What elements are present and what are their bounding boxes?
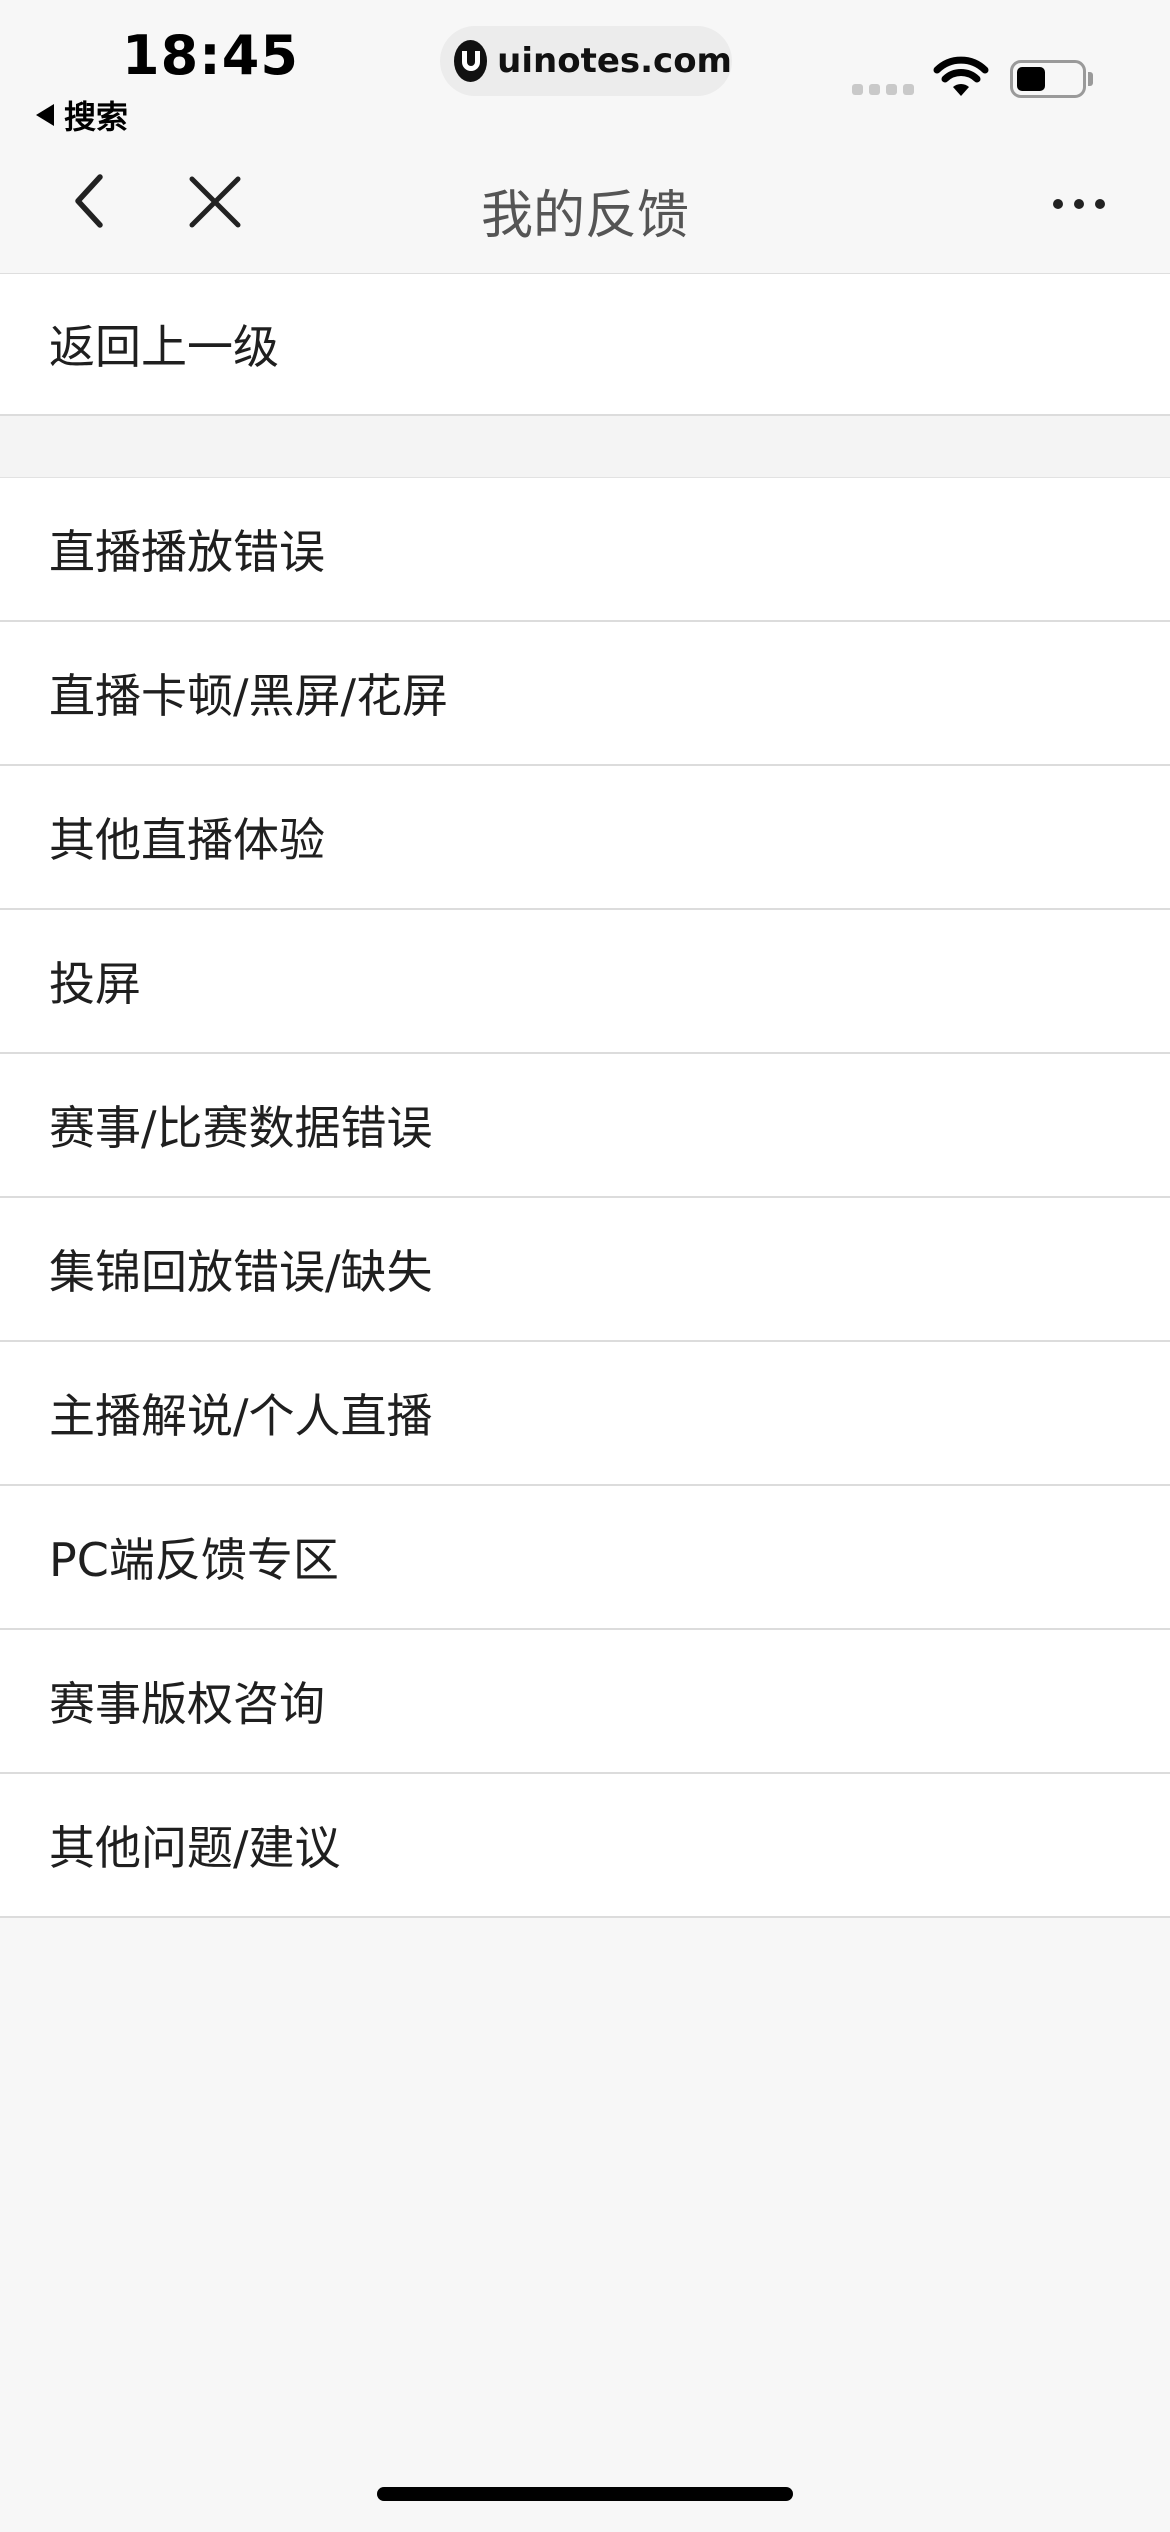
status-bar: 18:45 搜索 uinotes.com	[0, 0, 1170, 138]
site-logo-icon	[454, 40, 488, 82]
list-item[interactable]: 赛事版权咨询	[0, 1630, 1170, 1774]
list-item-label: 其他直播体验	[49, 813, 325, 867]
status-time: 18:45	[122, 24, 299, 87]
url-pill[interactable]: uinotes.com	[440, 26, 732, 96]
list-item-label: 投屏	[49, 957, 141, 1011]
list-item[interactable]: 投屏	[0, 910, 1170, 1054]
battery-icon	[1010, 60, 1086, 98]
list-item-label: 直播卡顿/黑屏/花屏	[49, 669, 448, 723]
list-item[interactable]: 主播解说/个人直播	[0, 1342, 1170, 1486]
section-divider	[0, 416, 1170, 478]
list-item-label: 其他问题/建议	[49, 1821, 341, 1875]
list-item[interactable]: 直播播放错误	[0, 478, 1170, 622]
list-item[interactable]: 集锦回放错误/缺失	[0, 1198, 1170, 1342]
battery-cap	[1088, 72, 1093, 86]
back-to-app-label: 搜索	[64, 98, 129, 136]
list-item-label: 主播解说/个人直播	[49, 1389, 433, 1443]
list-item[interactable]: 直播卡顿/黑屏/花屏	[0, 622, 1170, 766]
list-item-label: 直播播放错误	[49, 525, 325, 579]
nav-bar: 我的反馈	[0, 135, 1170, 274]
battery-fill	[1017, 67, 1045, 91]
list-item-back-up-level[interactable]: 返回上一级	[0, 274, 1170, 416]
url-text: uinotes.com	[497, 41, 732, 81]
list-item-label: PC端反馈专区	[49, 1533, 339, 1587]
wifi-icon	[933, 56, 989, 96]
list-item-label: 返回上一级	[49, 320, 279, 374]
list-item[interactable]: 其他问题/建议	[0, 1774, 1170, 1918]
list-item[interactable]: 赛事/比赛数据错误	[0, 1054, 1170, 1198]
list-item[interactable]: 其他直播体验	[0, 766, 1170, 910]
list-item[interactable]: PC端反馈专区	[0, 1486, 1170, 1630]
page: 18:45 搜索 uinotes.com 我的反馈 返回上一级 直播播放错误 直…	[0, 0, 1170, 2532]
more-horizontal-icon[interactable]	[1053, 199, 1105, 211]
cellular-signal-icon	[852, 84, 914, 95]
back-triangle-icon	[36, 104, 54, 126]
back-to-app-button[interactable]: 搜索	[36, 92, 128, 138]
list-item-label: 赛事版权咨询	[49, 1677, 325, 1731]
page-title: 我的反馈	[480, 186, 689, 246]
home-indicator[interactable]	[377, 2487, 793, 2501]
list-item-label: 集锦回放错误/缺失	[49, 1245, 433, 1299]
feedback-category-list: 直播播放错误 直播卡顿/黑屏/花屏 其他直播体验 投屏 赛事/比赛数据错误 集锦…	[0, 478, 1170, 1918]
list-item-label: 赛事/比赛数据错误	[49, 1101, 433, 1155]
